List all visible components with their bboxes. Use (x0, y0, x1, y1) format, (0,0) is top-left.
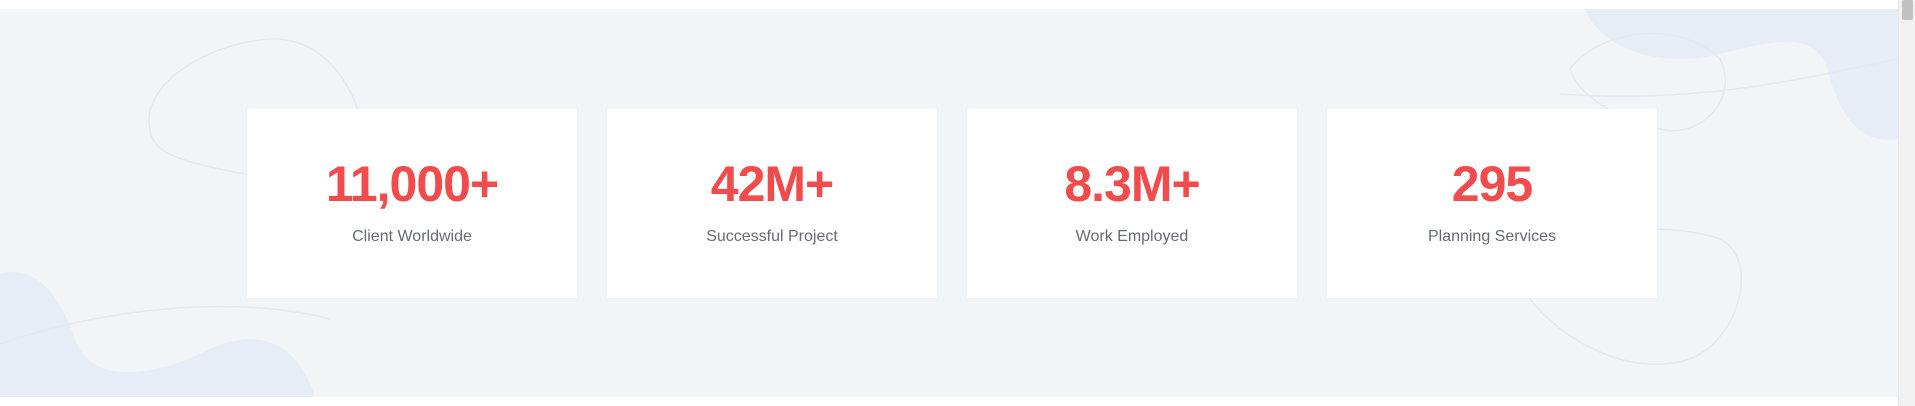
stat-card-work: 8.3M+ Work Employed (967, 109, 1297, 298)
stat-card-projects: 42M+ Successful Project (607, 109, 937, 298)
top-edge (0, 0, 1898, 9)
bottom-edge (0, 397, 1898, 406)
vertical-scrollbar[interactable] (1898, 0, 1915, 406)
stat-value: 8.3M+ (1064, 156, 1200, 212)
stat-label: Planning Services (1427, 228, 1557, 245)
stat-value: 11,000+ (325, 156, 499, 212)
stat-label: Work Employed (1075, 228, 1189, 245)
stat-label: Successful Project (706, 228, 838, 245)
stat-value: 42M+ (710, 156, 834, 212)
scrollbar-thumb[interactable] (1902, 0, 1913, 20)
stat-card-clients: 11,000+ Client Worldwide (247, 109, 577, 298)
stat-card-services: 295 Planning Services (1327, 109, 1657, 298)
stats-section: 11,000+ Client Worldwide 42M+ Successful… (0, 9, 1898, 397)
stat-value: 295 (1451, 156, 1533, 212)
stat-label: Client Worldwide (352, 228, 472, 245)
